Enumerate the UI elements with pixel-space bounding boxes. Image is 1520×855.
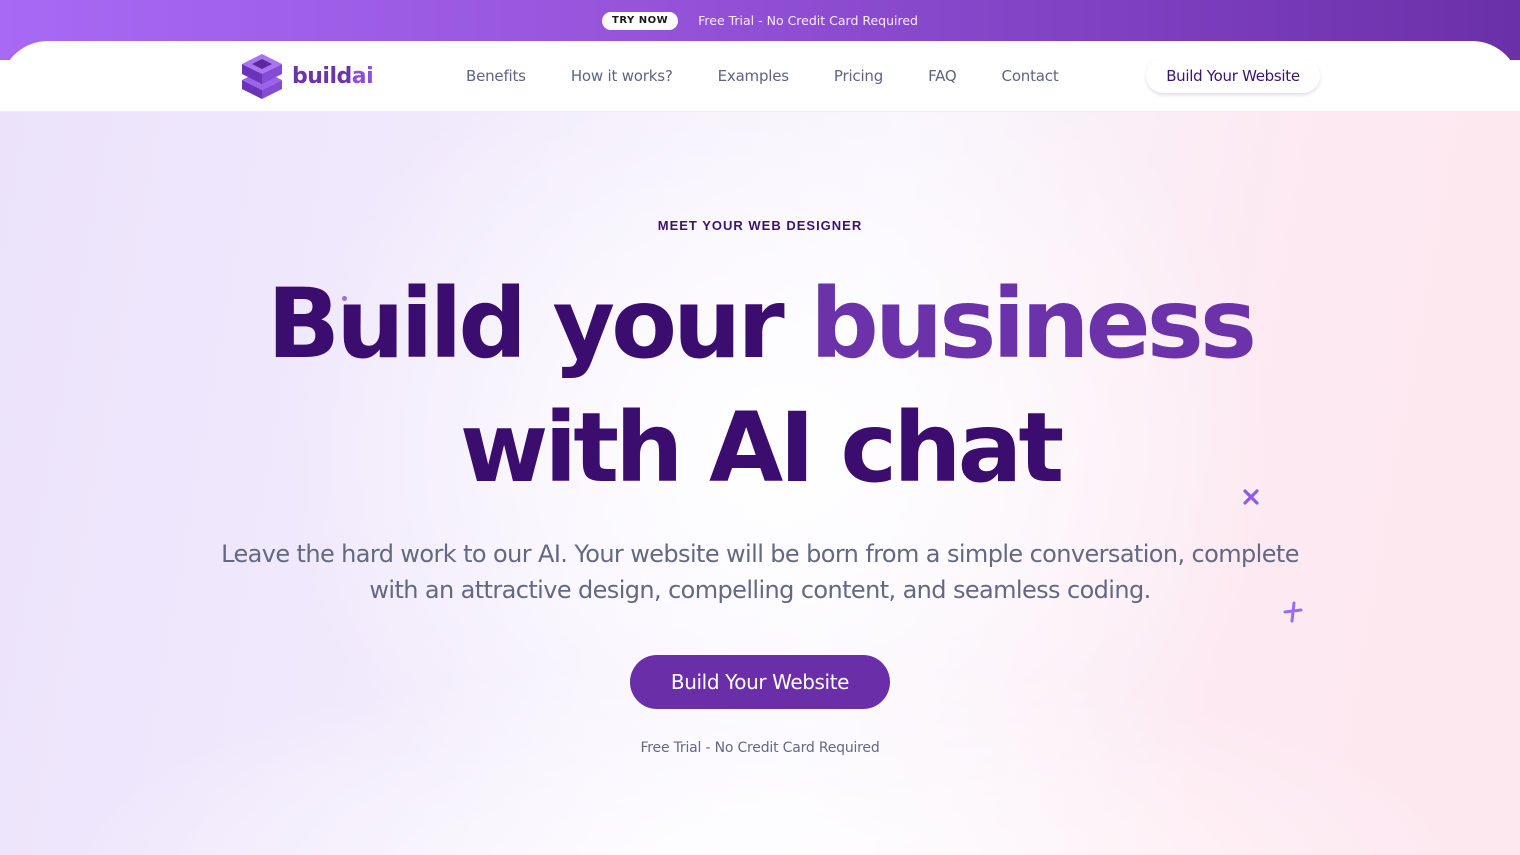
promo-text: Free Trial - No Credit Card Required — [698, 13, 918, 28]
nav-link-examples[interactable]: Examples — [718, 67, 789, 85]
try-now-button[interactable]: TRY NOW — [602, 11, 679, 30]
hero-eyebrow: MEET YOUR WEB DESIGNER — [657, 218, 863, 233]
nav-links: Benefits How it works? Examples Pricing … — [466, 41, 1104, 111]
stacked-cube-icon — [242, 54, 282, 99]
logo[interactable]: buildai — [240, 52, 374, 100]
nav-link-benefits[interactable]: Benefits — [466, 67, 526, 85]
logo-text: buildai — [292, 63, 374, 89]
headline-accent: business — [810, 268, 1257, 380]
hero-headline: Build your business with AI chat — [0, 262, 1520, 510]
hero-build-website-button[interactable]: Build Your Website — [630, 655, 890, 709]
hero-section: MEET YOUR WEB DESIGNER Build your busine… — [0, 111, 1520, 855]
nav-link-contact[interactable]: Contact — [1002, 67, 1059, 85]
sparkle-plus-icon — [1283, 601, 1303, 623]
nav-link-how-it-works[interactable]: How it works? — [571, 67, 673, 85]
nav-build-website-button[interactable]: Build Your Website — [1146, 59, 1320, 93]
headline-part2: with AI chat — [459, 392, 1065, 504]
nav-link-faq[interactable]: FAQ — [928, 67, 957, 85]
hero-free-trial-note: Free Trial - No Credit Card Required — [640, 740, 880, 756]
hero-subtext: Leave the hard work to our AI. Your webs… — [221, 540, 1299, 604]
decorative-dot — [342, 296, 347, 301]
sparkle-x-icon — [1243, 489, 1259, 505]
headline-part1: Build your — [267, 268, 811, 380]
nav-link-pricing[interactable]: Pricing — [834, 67, 883, 85]
main-nav: buildai Benefits How it works? Examples … — [0, 41, 1520, 111]
promo-content: TRY NOW Free Trial - No Credit Card Requ… — [0, 0, 1520, 41]
